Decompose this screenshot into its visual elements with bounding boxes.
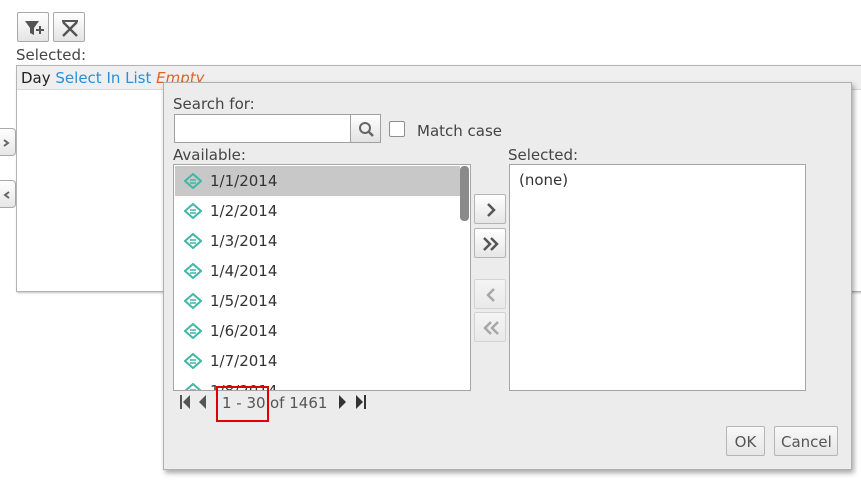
search-label: Search for: — [173, 95, 255, 113]
search-input[interactable] — [174, 114, 351, 143]
list-item[interactable]: 1/5/2014 — [175, 286, 460, 316]
filter-add-icon — [25, 21, 44, 35]
value-icon — [184, 233, 202, 249]
list-item-label: 1/7/2014 — [210, 352, 278, 370]
search-button[interactable] — [350, 114, 381, 143]
filter-clear-icon — [62, 20, 78, 37]
value-icon — [184, 293, 202, 309]
collapse-tab[interactable] — [0, 180, 16, 208]
add-filter-button[interactable] — [17, 12, 49, 42]
highlight-box — [216, 386, 269, 422]
value-icon — [184, 353, 202, 369]
list-item[interactable]: 1/3/2014 — [175, 226, 460, 256]
list-item[interactable]: 1/1/2014 — [175, 166, 460, 196]
pager-total: of 1461 — [270, 394, 328, 412]
value-icon — [184, 173, 202, 189]
double-chevron-right-icon — [483, 237, 499, 251]
match-case-label: Match case — [417, 122, 503, 140]
expand-tab[interactable] — [0, 128, 16, 156]
first-page-icon[interactable] — [178, 393, 192, 411]
ok-button[interactable]: OK — [726, 426, 765, 456]
list-item[interactable]: 1/7/2014 — [175, 346, 460, 376]
list-item-label: 1/1/2014 — [210, 172, 278, 190]
value-icon — [184, 323, 202, 339]
available-list-scrollbar[interactable] — [460, 166, 469, 221]
list-item[interactable]: 1/4/2014 — [175, 256, 460, 286]
cancel-button[interactable]: Cancel — [774, 426, 838, 456]
selected-values-list[interactable]: (none) — [509, 164, 806, 391]
list-item-label: 1/6/2014 — [210, 322, 278, 340]
chevron-right-icon — [3, 139, 10, 147]
remove-all-button[interactable] — [474, 312, 506, 342]
list-item-label: 1/5/2014 — [210, 292, 278, 310]
chevron-left-icon — [486, 288, 495, 302]
selected-label: Selected: — [16, 46, 87, 64]
value-icon — [184, 383, 202, 390]
list-item-label: 1/2/2014 — [210, 202, 278, 220]
search-icon — [359, 122, 374, 137]
prev-page-icon[interactable] — [196, 393, 208, 411]
list-item[interactable]: 1/6/2014 — [175, 316, 460, 346]
selected-list-label: Selected: — [508, 146, 579, 164]
remove-selected-button[interactable] — [474, 279, 506, 309]
next-page-icon[interactable] — [336, 393, 348, 411]
available-label: Available: — [173, 146, 246, 164]
double-chevron-left-icon — [483, 321, 499, 335]
filter-operator-link[interactable]: Select In List — [55, 69, 151, 87]
clear-filter-button[interactable] — [53, 12, 85, 42]
list-item-label: 1/4/2014 — [210, 262, 278, 280]
selected-list-item: (none) — [519, 171, 569, 189]
add-all-button[interactable] — [474, 228, 506, 258]
list-item[interactable]: 1/2/2014 — [175, 196, 460, 226]
value-icon — [184, 263, 202, 279]
chevron-left-icon — [3, 191, 10, 199]
value-icon — [184, 203, 202, 219]
chevron-right-icon — [487, 203, 496, 217]
match-case-checkbox[interactable] — [389, 121, 405, 137]
add-selected-button[interactable] — [474, 194, 506, 224]
available-list[interactable]: 1/1/2014 1/2/2014 1/3/2014 1/4/2014 1/5/… — [173, 164, 471, 391]
last-page-icon[interactable] — [354, 393, 368, 411]
filter-field: Day — [21, 69, 51, 87]
list-item-label: 1/3/2014 — [210, 232, 278, 250]
